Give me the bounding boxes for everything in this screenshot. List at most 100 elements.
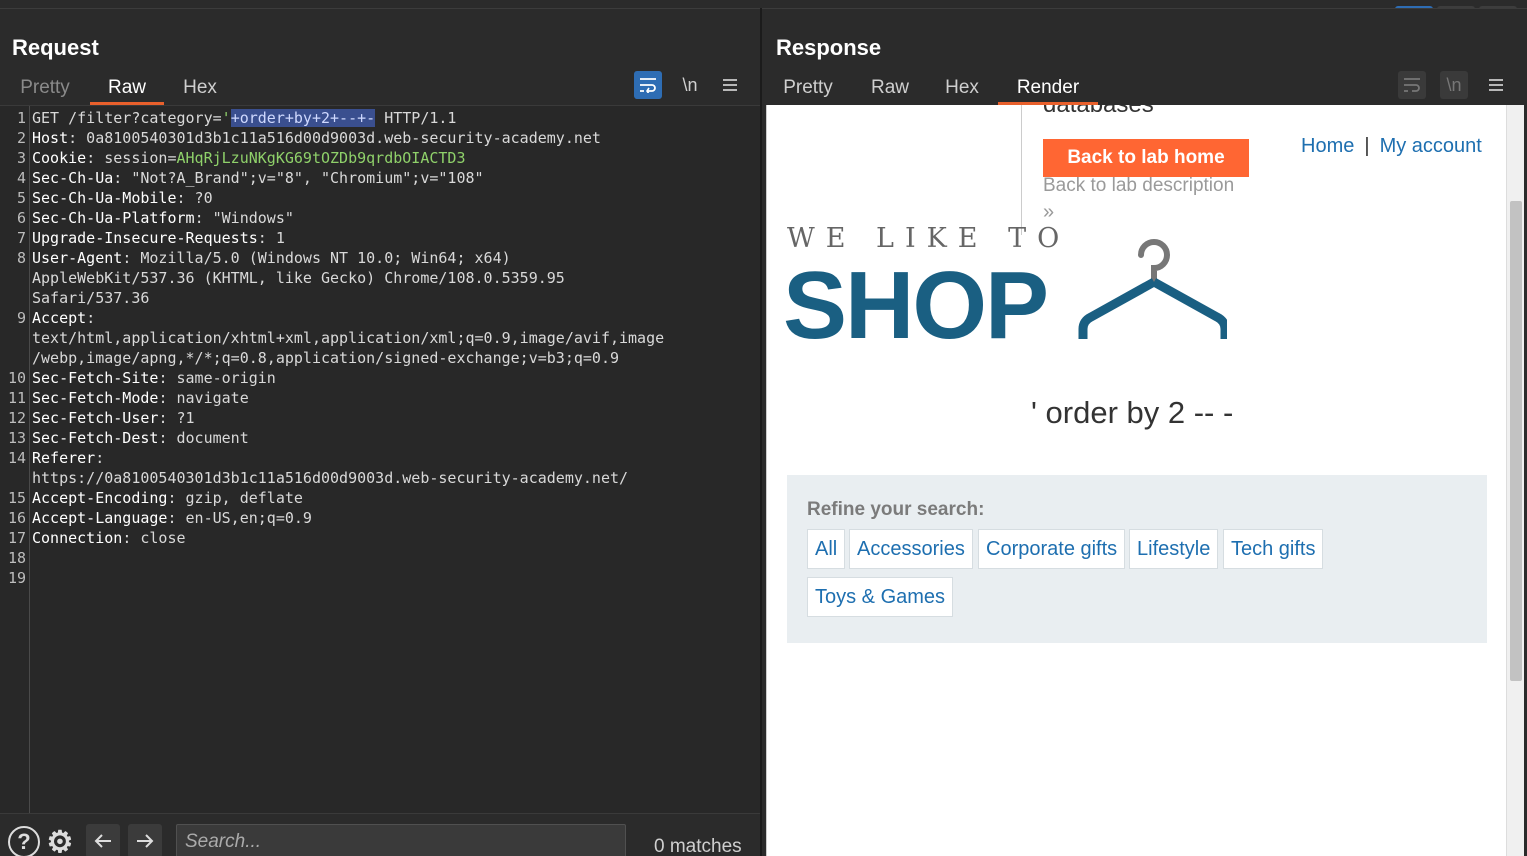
line-text: ' [221,109,231,127]
line-number: 2 [16,129,26,147]
arrow-right-icon [137,834,154,848]
line-text: https://0a8100540301d3b1c11a516d00d9003d… [32,469,629,487]
request-line: Sec-Fetch-Site: same-origin [32,368,276,388]
header-name: Accept [32,309,87,327]
tab-render[interactable]: Render [998,75,1098,105]
header-name: Cookie [32,149,87,167]
request-line: Referer: [32,448,104,468]
back-to-lab-home-button[interactable]: Back to lab home [1043,139,1249,177]
category-lifestyle[interactable]: Lifestyle [1129,529,1219,569]
hamburger-menu-icon [723,79,737,91]
tab-hex[interactable]: Hex [944,75,980,105]
header-name: Sec-Ch-Ua-Platform [32,209,195,227]
line-text: : session= [86,149,177,167]
line-text: : ?0 [176,189,213,207]
category-all[interactable]: All [807,529,846,569]
request-editor[interactable]: 1 GET /filter?category='+order+by+2+--+- … [0,105,760,814]
refine-search-box: Refine your search: All Accessories Corp… [787,475,1487,643]
logo-tagline: WE LIKE TO [787,223,1071,254]
header-name: Sec-Fetch-Mode [32,389,159,407]
line-number: 7 [16,229,26,247]
line-text: : navigate [158,389,249,407]
line-number: 13 [7,429,26,447]
line-number: 9 [16,309,26,327]
header-name: Sec-Fetch-Site [32,369,159,387]
request-line: Accept-Encoding: gzip, deflate [32,488,303,508]
request-line: Accept-Language: en-US,en;q=0.9 [32,508,312,528]
line-text: : en-US,en;q=0.9 [167,509,312,527]
help-icon[interactable]: ? [8,826,40,856]
rendered-page: databases Back to lab home Back to lab d… [766,105,1506,856]
request-line: AppleWebKit/537.36 (KHTML, like Gecko) C… [32,268,565,288]
request-line: Connection: close [32,528,186,548]
request-search-bar: ? ⚙ 0 matches [0,813,760,856]
line-text: Safari/537.36 [32,289,150,307]
tab-hex[interactable]: Hex [180,75,220,105]
request-menu-button[interactable] [716,71,744,99]
request-line: Sec-Fetch-Mode: navigate [32,388,249,408]
search-results-heading: ' order by 2 -- - [1031,395,1234,430]
tab-raw[interactable]: Raw [870,75,910,105]
line-text: : 1 [257,229,285,247]
request-line: Sec-Ch-Ua: "Not?A_Brand";v="8", "Chromiu… [32,168,484,188]
logo-word: SHOP [783,252,1049,359]
top-nav: Home | My account [1301,135,1482,158]
line-text: : document [158,429,249,447]
header-divider [1021,105,1022,235]
response-wrap-lines-button[interactable] [1398,71,1426,99]
chevron-right-icon: » [1043,201,1055,223]
request-line: Sec-Ch-Ua-Platform: "Windows" [32,208,294,228]
line-text: GET /filter?category= [32,109,222,127]
line-text: /webp,image/apng,*/*;q=0.8,application/s… [32,349,619,367]
settings-gear-icon[interactable]: ⚙ [44,826,76,856]
response-show-newlines-button[interactable]: \n [1440,71,1468,99]
line-text: : "Not?A_Brand";v="8", "Chromium";v="108… [113,169,484,187]
request-line: https://0a8100540301d3b1c11a516d00d9003d… [32,468,628,488]
header-name: Sec-Fetch-User [32,409,159,427]
line-number: 6 [16,209,26,227]
wrap-lines-button[interactable] [634,71,662,99]
lab-title-fragment: databases [1043,105,1154,119]
category-toys-games[interactable]: Toys & Games [807,577,954,617]
previous-match-button[interactable] [86,824,120,856]
back-to-lab-description-link[interactable]: Back to lab description [1043,175,1234,197]
line-text: : same-origin [158,369,276,387]
line-number: 14 [7,449,26,467]
next-match-button[interactable] [128,824,162,856]
scrollbar-thumb[interactable] [1510,201,1522,681]
search-input[interactable] [176,824,626,856]
line-number: 4 [16,169,26,187]
nav-separator: | [1364,135,1370,157]
tab-pretty[interactable]: Pretty [18,75,72,105]
line-number: 19 [7,569,26,587]
line-text: : [95,449,105,467]
response-menu-button[interactable] [1482,71,1510,99]
show-newlines-button[interactable]: \n [676,71,704,99]
request-line: GET /filter?category='+order+by+2+--+- H… [32,108,456,128]
category-tech-gifts[interactable]: Tech gifts [1223,529,1324,569]
arrow-left-icon [94,834,111,848]
line-number: 16 [7,509,26,527]
match-count: 0 matches [654,836,742,856]
request-line: Host: 0a8100540301d3b1c11a516d00d9003d.w… [32,128,601,148]
category-accessories[interactable]: Accessories [849,529,973,569]
request-line: Sec-Ch-Ua-Mobile: ?0 [32,188,213,208]
line-number: 3 [16,149,26,167]
my-account-link[interactable]: My account [1380,135,1482,157]
wrap-lines-icon [640,78,656,93]
request-title: Request [12,35,99,60]
tab-pretty[interactable]: Pretty [782,75,834,105]
render-scrollbar[interactable] [1506,105,1524,856]
wrap-lines-icon [1404,78,1420,92]
header-name: Accept-Encoding [32,489,168,507]
header-name: Accept-Language [32,509,168,527]
home-link[interactable]: Home [1301,135,1354,157]
category-corporate-gifts[interactable]: Corporate gifts [978,529,1126,569]
line-text: : [86,309,96,327]
header-name: Sec-Ch-Ua-Mobile [32,189,177,207]
tab-raw[interactable]: Raw [90,75,164,105]
request-line: Accept: [32,308,95,328]
header-name: Sec-Ch-Ua [32,169,114,187]
selected-payload: +order+by+2+--+- [230,109,376,127]
header-name: Connection [32,529,123,547]
